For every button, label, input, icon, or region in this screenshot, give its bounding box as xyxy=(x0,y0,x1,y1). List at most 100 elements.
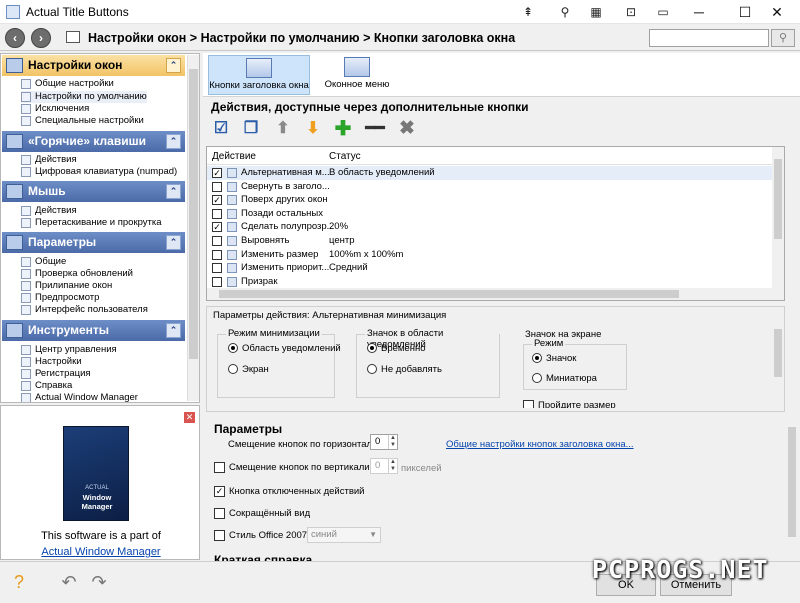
radio-icon[interactable]: Значок xyxy=(532,353,576,364)
group-tools[interactable]: Инструменты ⌃ xyxy=(2,320,185,341)
radio-thumbnail[interactable]: Миниатюра xyxy=(532,373,597,384)
move-up-icon[interactable]: ⬆ xyxy=(273,119,293,139)
collapse-icon[interactable]: ⌃ xyxy=(166,184,181,199)
spinner-arrows-icon[interactable]: ▲ ▼ xyxy=(388,435,397,449)
title-buttons-settings-link[interactable]: Общие настройки кнопок заголовка окна... xyxy=(446,439,634,450)
office-style-select[interactable]: синий ▼ xyxy=(307,527,381,543)
group-hotkeys[interactable]: «Горячие» клавиши ⌃ xyxy=(2,131,185,152)
sidebar-item-general-settings[interactable]: Общие настройки xyxy=(21,78,114,90)
undo-icon[interactable]: ↶ xyxy=(58,572,80,594)
title-extra-button-1[interactable]: ⇞ xyxy=(518,2,538,22)
table-row[interactable]: Изменить размер 100%m x 100%m xyxy=(207,248,772,262)
row-checkbox[interactable] xyxy=(212,208,222,219)
group-mouse[interactable]: Мышь ⌃ xyxy=(2,181,185,202)
title-extra-button-5[interactable]: ▭ xyxy=(653,2,673,22)
actions-list[interactable]: Действие Статус ✓ Альтернативная м... В об… xyxy=(206,146,785,301)
delete-icon[interactable]: ✖ xyxy=(397,119,417,139)
row-checkbox[interactable] xyxy=(212,276,222,287)
radio-tray-area[interactable]: Область уведомлений xyxy=(228,343,341,354)
sidebar-item-user-interface[interactable]: Интерфейс пользователя xyxy=(21,304,148,316)
radio-do-not-add[interactable]: Не добавлять xyxy=(367,364,442,375)
v-offset-checkbox[interactable]: Смещение кнопок по вертикали xyxy=(214,462,370,473)
collapse-icon[interactable]: ⌃ xyxy=(166,323,181,338)
list-horizontal-scrollbar[interactable] xyxy=(207,288,772,300)
help-icon[interactable]: ? xyxy=(8,572,30,594)
short-view-checkbox[interactable]: Сокращённый вид xyxy=(214,508,310,519)
row-checkbox[interactable]: ✓ xyxy=(212,168,222,178)
check-all-icon[interactable]: ☑ xyxy=(211,119,231,139)
row-checkbox[interactable] xyxy=(212,249,222,260)
row-checkbox[interactable]: ✓ xyxy=(212,222,222,233)
sidebar-scrollbar[interactable] xyxy=(187,55,199,401)
sidebar-item-control-center[interactable]: Центр управления xyxy=(21,344,117,356)
scrollbar-thumb[interactable] xyxy=(189,69,198,359)
sidebar-item-options-general[interactable]: Общие xyxy=(21,256,66,268)
group-options[interactable]: Параметры ⌃ xyxy=(2,232,185,253)
sidebar-item-update-check[interactable]: Проверка обновлений xyxy=(21,268,133,280)
sidebar-item-snapping[interactable]: Прилипание окон xyxy=(21,280,112,292)
table-row[interactable]: Свернуть в заголо... xyxy=(207,180,772,194)
search-input[interactable] xyxy=(649,29,769,47)
scrollbar-thumb[interactable] xyxy=(774,329,782,377)
row-checkbox[interactable] xyxy=(212,236,222,246)
add-icon[interactable]: ✚ xyxy=(333,119,353,139)
office-style-checkbox[interactable]: Стиль Office 2007 xyxy=(214,530,307,541)
v-offset-spinner[interactable]: 0 ▲ ▼ xyxy=(370,458,398,474)
tab-window-menu[interactable]: Оконное меню xyxy=(313,55,401,95)
sidebar-item-exclusions[interactable]: Исключения xyxy=(21,103,89,115)
params-scrollbar[interactable] xyxy=(772,315,784,411)
sidebar-item-help[interactable]: Справка xyxy=(21,380,72,392)
table-row[interactable]: ✓ Поверх других окон xyxy=(207,193,772,207)
sidebar-item-mouse-actions[interactable]: Действия xyxy=(21,205,77,217)
cut-off-checkbox[interactable]: Пройдите размер xyxy=(523,400,616,408)
spinner-arrows-icon[interactable]: ▲ ▼ xyxy=(388,459,397,473)
panel-scrollbar[interactable] xyxy=(786,415,798,561)
sidebar-item-preview[interactable]: Предпросмотр xyxy=(21,292,99,304)
sidebar-item-actual-window-manager[interactable]: Actual Window Manager xyxy=(21,392,138,402)
column-header-action[interactable]: Действие xyxy=(212,151,256,162)
forward-button[interactable]: › xyxy=(31,28,51,48)
title-extra-button-4[interactable]: ⊡ xyxy=(621,2,641,22)
table-row[interactable]: Изменить приорит... Средний xyxy=(207,261,772,275)
h-offset-spinner[interactable]: 0 ▲ ▼ xyxy=(370,434,398,450)
row-checkbox[interactable]: ✓ xyxy=(212,195,222,206)
group-window-settings[interactable]: Настройки окон ⌃ xyxy=(2,55,185,76)
collapse-icon[interactable]: ⌃ xyxy=(166,134,181,149)
table-row[interactable]: Выровнять центр xyxy=(207,234,772,248)
sidebar-item-registration[interactable]: Регистрация xyxy=(21,368,91,380)
copy-icon[interactable]: ❐ xyxy=(241,119,261,139)
move-down-icon[interactable]: ⬇ xyxy=(303,119,323,139)
sidebar-item-hotkey-actions[interactable]: Действия xyxy=(21,154,77,166)
redo-icon[interactable]: ↷ xyxy=(88,572,110,594)
table-row[interactable]: Призрак xyxy=(207,275,772,289)
close-button[interactable]: ✕ xyxy=(754,0,800,24)
scrollbar-thumb[interactable] xyxy=(774,159,782,239)
column-header-status[interactable]: Статус xyxy=(329,151,361,162)
promo-link[interactable]: Actual Window Manager xyxy=(1,546,201,558)
collapse-icon[interactable]: ⌃ xyxy=(166,235,181,250)
row-checkbox[interactable] xyxy=(212,263,222,274)
title-extra-button-3[interactable]: ▦ xyxy=(586,2,606,22)
radio-screen[interactable]: Экран xyxy=(228,364,269,375)
sidebar-item-drag-scroll[interactable]: Перетаскивание и прокрутка xyxy=(21,217,162,229)
tab-title-buttons[interactable]: Кнопки заголовка окна xyxy=(208,55,310,95)
table-row[interactable]: Позади остальных xyxy=(207,207,772,221)
sidebar-item-special-settings[interactable]: Специальные настройки xyxy=(21,115,144,127)
disabled-actions-button-checkbox[interactable]: ✓ Кнопка отключенных действий xyxy=(214,486,364,497)
row-checkbox[interactable] xyxy=(212,181,222,192)
separator-icon[interactable]: ━━ xyxy=(365,119,385,139)
radio-temporary[interactable]: Временно xyxy=(367,343,426,354)
promo-close-icon[interactable]: ✕ xyxy=(184,412,195,423)
sidebar-item-default-settings[interactable]: Настройки по умолчанию xyxy=(21,91,147,103)
sidebar-item-tools-settings[interactable]: Настройки xyxy=(21,356,82,368)
title-extra-button-2[interactable]: ⚲ xyxy=(555,2,575,22)
table-row[interactable]: ✓ Альтернативная м... В область уведомлени… xyxy=(207,166,772,180)
scrollbar-thumb[interactable] xyxy=(219,290,679,298)
back-button[interactable]: ‹ xyxy=(5,28,25,48)
minimize-button[interactable]: ─ xyxy=(676,0,722,24)
list-vertical-scrollbar[interactable] xyxy=(772,147,784,300)
sidebar-item-numpad[interactable]: Цифровая клавиатура (numpad) xyxy=(21,166,177,178)
scrollbar-thumb[interactable] xyxy=(788,427,796,537)
collapse-icon[interactable]: ⌃ xyxy=(166,58,181,73)
search-button[interactable]: ⚲ xyxy=(771,29,795,47)
